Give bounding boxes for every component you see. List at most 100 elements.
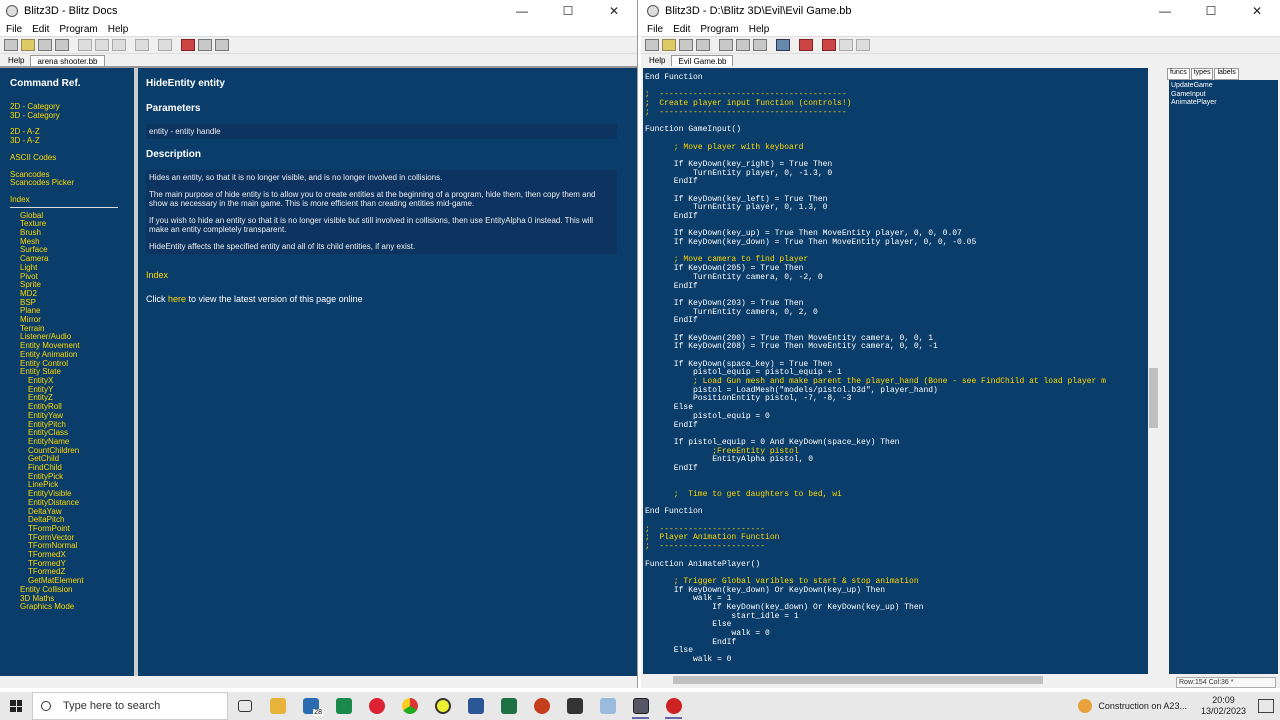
close-file-icon[interactable] (696, 39, 710, 51)
blitz-docs-taskbar-icon[interactable] (624, 692, 657, 720)
cut-icon[interactable] (78, 39, 92, 51)
drawing-app-icon[interactable] (360, 692, 393, 720)
desc-para: If you wish to hide an entity so that it… (149, 216, 594, 234)
taskbar-search[interactable]: Type here to search (32, 692, 228, 720)
nav-category-item[interactable]: Sprite (20, 281, 134, 290)
terminal-icon[interactable] (558, 692, 591, 720)
code-editor[interactable]: End Function ; --------------------------… (643, 68, 1148, 674)
tab-help[interactable]: Help (2, 55, 30, 66)
here-link[interactable]: here (168, 294, 186, 304)
cut-icon[interactable] (719, 39, 733, 51)
menu-help[interactable]: Help (749, 24, 770, 35)
close-icon[interactable]: ✕ (591, 0, 637, 22)
editor-hscroll[interactable] (643, 674, 1148, 686)
maximize-icon[interactable]: ☐ (1188, 0, 1234, 22)
code-line: EndIf (645, 463, 698, 473)
copy-icon[interactable] (736, 39, 750, 51)
new-file-icon[interactable] (645, 39, 659, 51)
task-view-icon[interactable] (228, 692, 261, 720)
save-file-icon[interactable] (38, 39, 52, 51)
mail-badge: 28 (313, 709, 323, 716)
tab-arena-shooter[interactable]: arena shooter.bb (30, 55, 105, 66)
run-icon[interactable] (799, 39, 813, 51)
start-button[interactable] (0, 692, 32, 720)
windows-logo-icon (10, 700, 22, 712)
clock[interactable]: 20:09 13/02/2023 (1201, 695, 1246, 717)
editor-titlebar[interactable]: Blitz3D - D:\Blitz 3D\Evil\Evil Game.bb … (641, 0, 1280, 22)
menu-file[interactable]: File (6, 24, 22, 35)
nav-link[interactable]: ASCII Codes (10, 153, 134, 163)
powerpoint-icon[interactable] (525, 692, 558, 720)
editor-window: Blitz3D - D:\Blitz 3D\Evil\Evil Game.bb … (641, 0, 1280, 688)
code-line: EndIf (645, 637, 737, 647)
forward-icon[interactable] (215, 39, 229, 51)
open-file-icon[interactable] (662, 39, 676, 51)
minimize-icon[interactable]: — (1142, 0, 1188, 22)
tab-labels[interactable]: labels (1214, 68, 1239, 80)
tab-funcs[interactable]: funcs (1167, 68, 1190, 80)
menu-program[interactable]: Program (700, 24, 738, 35)
weather-text: Construction on A23... (1098, 701, 1187, 711)
spreadsheet-app-icon[interactable] (327, 692, 360, 720)
chrome-icon[interactable] (393, 692, 426, 720)
editor-vscroll[interactable] (1148, 68, 1159, 674)
nav-link[interactable]: 3D - A-Z (10, 136, 134, 146)
media-app-icon[interactable] (426, 692, 459, 720)
home-icon[interactable] (181, 39, 195, 51)
minimize-icon[interactable]: — (499, 0, 545, 22)
file-explorer-icon[interactable] (261, 692, 294, 720)
back-icon[interactable] (198, 39, 212, 51)
mail-icon[interactable]: 28 (294, 692, 327, 720)
nav-link[interactable]: Scancodes Picker (10, 179, 134, 188)
forward-icon[interactable] (856, 39, 870, 51)
help-hscroll[interactable] (0, 676, 637, 688)
copy-icon[interactable] (95, 39, 109, 51)
func-item[interactable]: AnimatePlayer (1171, 99, 1276, 108)
help-window-title: Blitz3D - Blitz Docs (24, 5, 118, 17)
paste-icon[interactable] (112, 39, 126, 51)
run-icon[interactable] (158, 39, 172, 51)
nav-category-item[interactable]: MD2 (20, 289, 134, 299)
new-file-icon[interactable] (4, 39, 18, 51)
hscroll-thumb[interactable] (673, 676, 1043, 684)
tab-types[interactable]: types (1190, 68, 1214, 80)
save-file-icon[interactable] (679, 39, 693, 51)
menu-file[interactable]: File (647, 24, 663, 35)
nav-link[interactable]: 3D - Category (10, 111, 134, 121)
home-icon[interactable] (822, 39, 836, 51)
find-icon[interactable] (776, 39, 790, 51)
excel-icon[interactable] (492, 692, 525, 720)
close-icon[interactable]: ✕ (1234, 0, 1280, 22)
nav-category-item[interactable]: Graphics Mode (20, 603, 134, 612)
notifications-icon[interactable] (1258, 699, 1274, 713)
nav-index[interactable]: Index (10, 195, 134, 205)
maximize-icon[interactable]: ☐ (545, 0, 591, 22)
doc-index-link[interactable]: Index (146, 270, 631, 280)
notes-app-icon[interactable] (591, 692, 624, 720)
menu-help[interactable]: Help (108, 24, 129, 35)
click-pre: Click (146, 294, 168, 304)
vscroll-thumb[interactable] (1149, 368, 1158, 428)
code-line: End Function (645, 73, 703, 82)
tab-evil-game[interactable]: Evil Game.bb (671, 55, 734, 66)
help-titlebar[interactable]: Blitz3D - Blitz Docs — ☐ ✕ (0, 0, 637, 22)
menu-edit[interactable]: Edit (673, 24, 690, 35)
tab-help[interactable]: Help (643, 55, 671, 66)
nav-category-item[interactable]: Camera (20, 254, 134, 264)
back-icon[interactable] (839, 39, 853, 51)
code-line: End Function (645, 507, 703, 517)
func-item[interactable]: UpdateGame (1171, 82, 1276, 91)
menu-program[interactable]: Program (59, 24, 97, 35)
blitz-ide-taskbar-icon[interactable] (657, 692, 690, 720)
menu-edit[interactable]: Edit (32, 24, 49, 35)
paste-icon[interactable] (753, 39, 767, 51)
find-icon[interactable] (135, 39, 149, 51)
pane-splitter[interactable] (134, 68, 138, 676)
weather-widget[interactable]: Construction on A23... (1078, 699, 1187, 713)
open-file-icon[interactable] (21, 39, 35, 51)
code-line: TurnEntity camera, 0, -2, 0 (645, 272, 823, 282)
func-item[interactable]: GameInput (1171, 91, 1276, 100)
help-tabs: Help arena shooter.bb (0, 54, 637, 66)
close-file-icon[interactable] (55, 39, 69, 51)
word-icon[interactable] (459, 692, 492, 720)
